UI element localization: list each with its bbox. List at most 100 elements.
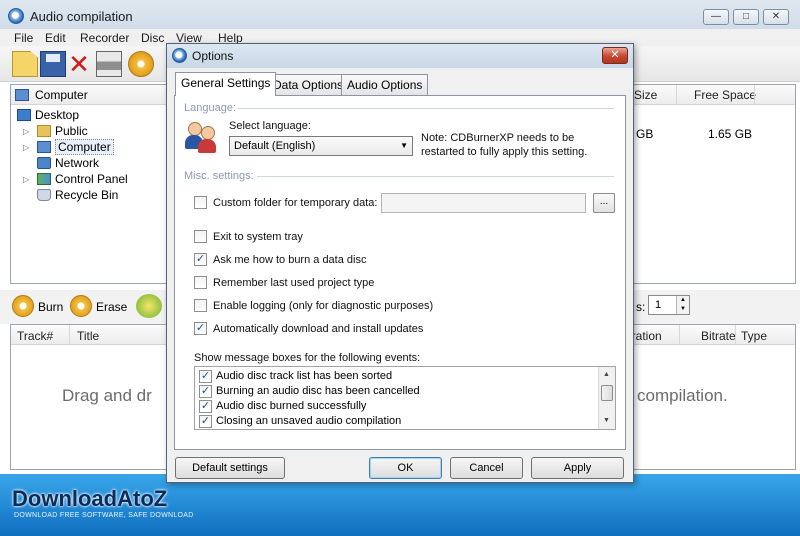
tree-item-computer[interactable]: Computer bbox=[37, 139, 114, 155]
language-note: Note: CDBurnerXP needs to be restarted t… bbox=[421, 132, 588, 158]
listbox-scrollbar[interactable]: ▲ ▼ bbox=[598, 367, 615, 429]
enable-logging-label: Enable logging (only for diagnostic purp… bbox=[213, 300, 434, 312]
exit-to-tray-label: Exit to system tray bbox=[213, 231, 303, 243]
save-icon[interactable] bbox=[40, 51, 66, 77]
drive-size-cell: GB bbox=[636, 127, 654, 141]
custom-folder-checkbox[interactable] bbox=[194, 196, 207, 209]
expand-icon[interactable]: ▷ bbox=[23, 175, 29, 184]
window-title: Audio compilation bbox=[30, 9, 133, 24]
language-people-icon bbox=[184, 120, 218, 154]
language-select[interactable]: Default (English) ▼ bbox=[229, 136, 413, 156]
expand-icon[interactable]: ▷ bbox=[23, 143, 29, 152]
app-disc-icon bbox=[8, 8, 24, 24]
custom-folder-label: Custom folder for temporary data: bbox=[213, 197, 378, 209]
tab-data-options[interactable]: Data Options bbox=[267, 74, 350, 95]
column-bitrate[interactable]: Bitrate bbox=[701, 329, 736, 343]
menu-edit[interactable]: Edit bbox=[45, 31, 66, 45]
event-checkbox[interactable]: ✓ bbox=[199, 385, 212, 398]
spin-arrows-icon[interactable]: ▲ ▼ bbox=[676, 296, 689, 314]
column-track-number[interactable]: Track# bbox=[17, 329, 53, 343]
custom-folder-input[interactable] bbox=[381, 193, 586, 213]
drive-free-space-cell: 1.65 GB bbox=[708, 127, 753, 141]
dialog-title: Options bbox=[192, 49, 234, 63]
drives-pane: Size Free Space GB 1.65 GB bbox=[632, 84, 796, 284]
remember-project-type-checkbox[interactable] bbox=[194, 276, 207, 289]
auto-update-checkbox[interactable]: ✓ bbox=[194, 322, 207, 335]
event-checkbox[interactable]: ✓ bbox=[199, 370, 212, 383]
watermark-logo: DownloadAtoZ bbox=[12, 486, 168, 511]
tree-item-network[interactable]: Network bbox=[37, 156, 99, 170]
tree-header-label: Computer bbox=[35, 88, 88, 102]
events-label: Show message boxes for the following eve… bbox=[194, 352, 421, 364]
exit-to-tray-checkbox[interactable] bbox=[194, 230, 207, 243]
tab-audio-options[interactable]: Audio Options bbox=[341, 74, 429, 95]
tree-item-desktop[interactable]: Desktop bbox=[17, 108, 79, 122]
close-button[interactable]: ✕ bbox=[763, 9, 789, 25]
column-type[interactable]: Type bbox=[741, 329, 767, 343]
new-document-icon[interactable] bbox=[12, 51, 38, 77]
desktop-icon bbox=[17, 109, 31, 121]
chevron-down-icon: ▼ bbox=[400, 141, 408, 150]
ok-button[interactable]: OK bbox=[369, 457, 442, 479]
copies-stepper[interactable]: 1 ▲ ▼ bbox=[648, 295, 690, 315]
ask-burn-data-disc-label: Ask me how to burn a data disc bbox=[213, 254, 367, 266]
erase-disc-icon bbox=[70, 295, 92, 317]
event-checkbox[interactable]: ✓ bbox=[199, 400, 212, 413]
network-icon bbox=[37, 157, 51, 169]
burn-disc-icon bbox=[12, 295, 34, 317]
event-label: Burning an audio disc has been cancelled bbox=[216, 385, 420, 397]
print-icon[interactable] bbox=[96, 51, 122, 77]
minimize-button[interactable]: — bbox=[703, 9, 729, 25]
copies-label: s: bbox=[636, 300, 646, 314]
browse-button[interactable]: ... bbox=[593, 193, 615, 213]
scroll-up-icon[interactable]: ▲ bbox=[603, 371, 610, 378]
auto-update-label: Automatically download and install updat… bbox=[213, 323, 424, 335]
menu-file[interactable]: File bbox=[14, 31, 33, 45]
erase-button[interactable]: Erase bbox=[96, 300, 127, 314]
drag-hint-right: compilation. bbox=[637, 386, 728, 405]
erase-disc-icon[interactable] bbox=[128, 51, 154, 77]
scroll-thumb[interactable] bbox=[601, 385, 613, 401]
apply-button[interactable]: Apply bbox=[531, 457, 624, 479]
event-label: Audio disc track list has been sorted bbox=[216, 370, 393, 382]
computer-icon bbox=[37, 141, 51, 153]
drives-header: Size Free Space bbox=[632, 85, 795, 105]
dialog-close-button[interactable]: ✕ bbox=[602, 47, 628, 64]
folder-tree-pane: Computer Desktop ▷ Public ▷ Computer Net… bbox=[10, 84, 168, 284]
main-title-bar: Audio compilation — □ ✕ bbox=[0, 0, 800, 32]
cancel-button[interactable]: Cancel bbox=[450, 457, 523, 479]
column-title[interactable]: Title bbox=[77, 329, 99, 343]
misc-group-label: Misc. settings: bbox=[184, 170, 254, 182]
delete-icon[interactable]: ✕ bbox=[66, 51, 92, 77]
scroll-down-icon[interactable]: ▼ bbox=[603, 417, 610, 424]
events-listbox[interactable]: ✓ Audio disc track list has been sorted … bbox=[194, 366, 616, 430]
control-panel-icon bbox=[37, 173, 51, 185]
language-group-label: Language: bbox=[184, 102, 236, 114]
column-free-space[interactable]: Free Space bbox=[694, 88, 756, 102]
enable-logging-checkbox[interactable] bbox=[194, 299, 207, 312]
remember-project-type-label: Remember last used project type bbox=[213, 277, 375, 289]
event-label: Audio disc burned successfully bbox=[216, 400, 367, 412]
watermark-banner: DownloadAtoZ DOWNLOAD FREE SOFTWARE, SAF… bbox=[0, 474, 800, 536]
tree-item-public[interactable]: Public bbox=[37, 124, 88, 138]
tree-item-recycle-bin[interactable]: Recycle Bin bbox=[37, 188, 118, 202]
tree-item-control-panel[interactable]: Control Panel bbox=[37, 172, 128, 186]
recycle-bin-icon bbox=[37, 189, 51, 201]
default-settings-button[interactable]: Default settings bbox=[175, 457, 285, 479]
menu-disc[interactable]: Disc bbox=[141, 31, 164, 45]
column-size[interactable]: Size bbox=[634, 88, 657, 102]
expand-icon[interactable]: ▷ bbox=[23, 127, 29, 136]
event-label: Closing an unsaved audio compilation bbox=[216, 415, 402, 427]
watermark-subtext: DOWNLOAD FREE SOFTWARE, SAFE DOWNLOAD bbox=[14, 512, 194, 519]
maximize-button[interactable]: □ bbox=[733, 9, 759, 25]
select-language-label: Select language: bbox=[229, 120, 311, 132]
burn-button[interactable]: Burn bbox=[38, 300, 63, 314]
computer-icon bbox=[15, 89, 29, 101]
ask-burn-data-disc-checkbox[interactable]: ✓ bbox=[194, 253, 207, 266]
refresh-icon[interactable] bbox=[136, 294, 162, 318]
menu-recorder[interactable]: Recorder bbox=[80, 31, 129, 45]
tab-general-settings[interactable]: General Settings bbox=[175, 72, 277, 96]
folder-icon bbox=[37, 125, 51, 137]
drag-hint-left: Drag and dr bbox=[62, 386, 152, 405]
event-checkbox[interactable]: ✓ bbox=[199, 415, 212, 428]
